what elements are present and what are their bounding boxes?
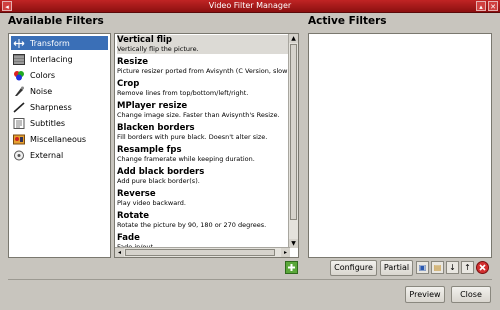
filter-name: Add black borders — [117, 167, 205, 177]
vertical-scroll-thumb[interactable] — [290, 44, 297, 220]
filter-item-add-black-borders[interactable]: Add black borders Add pure black border(… — [117, 167, 289, 186]
add-filter-button[interactable] — [285, 261, 298, 274]
filter-description: Remove lines from top/bottom/left/right. — [117, 89, 249, 97]
filter-name: Blacken borders — [117, 123, 195, 133]
open-folder-icon: ▤ — [433, 263, 442, 272]
available-filters-heading: Available Filters — [8, 15, 104, 27]
filter-list-horizontal-scrollbar[interactable]: ◂ ▸ — [115, 247, 290, 257]
subtitles-icon — [13, 117, 25, 129]
filter-item-resample-fps[interactable]: Resample fps Change framerate while keep… — [117, 145, 289, 164]
arrow-up-icon: ↑ — [464, 263, 471, 272]
open-filters-button[interactable]: ▤ — [431, 261, 444, 274]
category-label: Transform — [30, 38, 70, 48]
transform-icon — [13, 38, 25, 49]
horizontal-scroll-thumb[interactable] — [125, 249, 275, 256]
category-colors[interactable]: Colors — [11, 68, 108, 82]
title-bar[interactable]: ◂ Video Filter Manager ▴ ✕ — [0, 0, 500, 13]
category-list: Transform Interlacing Colors Noise Sharp… — [8, 33, 111, 258]
sharpness-icon — [13, 101, 25, 113]
configure-button[interactable]: Configure — [330, 260, 377, 276]
filter-description: Add pure black border(s). — [117, 177, 200, 185]
save-icon: ▣ — [418, 263, 427, 272]
filter-name: Rotate — [117, 211, 150, 221]
filter-item-reverse[interactable]: Reverse Play video backward. — [117, 189, 289, 208]
maximize-icon[interactable]: ▴ — [476, 1, 486, 11]
move-down-button[interactable]: ↓ — [446, 261, 459, 274]
scroll-up-arrow-icon[interactable]: ▲ — [289, 34, 298, 43]
filter-description: Rotate the picture by 90, 180 or 270 deg… — [117, 221, 267, 229]
interlacing-icon — [13, 53, 25, 65]
category-label: Interlacing — [30, 54, 73, 64]
filter-name: Reverse — [117, 189, 156, 199]
close-label: Close — [460, 290, 482, 299]
remove-filter-button[interactable] — [476, 261, 489, 274]
configure-label: Configure — [334, 263, 373, 272]
category-label: Miscellaneous — [30, 134, 87, 144]
save-filters-button[interactable]: ▣ — [416, 261, 429, 274]
add-icon — [285, 261, 298, 274]
filter-item-mplayer-resize[interactable]: MPlayer resize Change image size. Faster… — [117, 101, 289, 120]
filter-description: Play video backward. — [117, 199, 186, 207]
filter-list-vertical-scrollbar[interactable]: ▲ ▼ — [288, 34, 298, 248]
close-button[interactable]: Close — [451, 286, 491, 303]
filter-description: Vertically flip the picture. — [117, 45, 199, 53]
video-filter-manager-window: ◂ Video Filter Manager ▴ ✕ Available Fil… — [0, 0, 500, 310]
category-transform[interactable]: Transform — [11, 36, 108, 50]
preview-button[interactable]: Preview — [405, 286, 445, 303]
colors-icon — [13, 70, 25, 81]
scroll-down-arrow-icon[interactable]: ▼ — [289, 239, 298, 248]
filter-item-blacken-borders[interactable]: Blacken borders Fill borders with pure b… — [117, 123, 289, 142]
category-miscellaneous[interactable]: Miscellaneous — [11, 132, 108, 146]
category-label: Noise — [30, 86, 53, 96]
partial-button[interactable]: Partial — [380, 260, 413, 276]
filter-item-rotate[interactable]: Rotate Rotate the picture by 90, 180 or … — [117, 211, 289, 230]
miscellaneous-icon — [13, 134, 25, 145]
filter-item-resize[interactable]: Resize Picture resizer ported from Avisy… — [117, 57, 289, 76]
preview-label: Preview — [409, 290, 441, 299]
scroll-left-arrow-icon[interactable]: ◂ — [115, 248, 124, 257]
partial-label: Partial — [383, 263, 410, 272]
filter-name: Vertical flip — [117, 35, 172, 45]
close-window-icon[interactable]: ✕ — [488, 1, 498, 11]
category-label: Subtitles — [30, 118, 66, 128]
filter-item-crop[interactable]: Crop Remove lines from top/bottom/left/r… — [117, 79, 289, 98]
filter-description: Picture resizer ported from Avisynth (C … — [117, 67, 288, 75]
category-label: Colors — [30, 70, 56, 80]
move-up-button[interactable]: ↑ — [461, 261, 474, 274]
category-sharpness[interactable]: Sharpness — [11, 100, 108, 114]
noise-icon — [13, 86, 25, 97]
filter-item-vertical-flip[interactable]: Vertical flip Vertically flip the pictur… — [117, 35, 289, 54]
filter-name: Crop — [117, 79, 140, 89]
category-label: External — [30, 150, 64, 160]
category-external[interactable]: External — [11, 148, 108, 162]
active-filters-heading: Active Filters — [308, 15, 387, 27]
category-interlacing[interactable]: Interlacing — [11, 52, 108, 66]
external-icon — [13, 150, 25, 161]
filter-name: MPlayer resize — [117, 101, 188, 111]
filter-name: Resample fps — [117, 145, 182, 155]
filter-list[interactable]: Vertical flip Vertically flip the pictur… — [114, 33, 299, 258]
window-title: Video Filter Manager — [208, 1, 292, 10]
arrow-down-icon: ↓ — [449, 263, 456, 272]
filter-description: Change image size. Faster than Avisynth'… — [117, 111, 280, 119]
category-label: Sharpness — [30, 102, 72, 112]
bottom-separator — [8, 279, 492, 280]
filter-description: Fill borders with pure black. Doesn't al… — [117, 133, 268, 141]
category-noise[interactable]: Noise — [11, 84, 108, 98]
scroll-right-arrow-icon[interactable]: ▸ — [281, 248, 290, 257]
remove-icon — [476, 261, 489, 274]
filter-description: Change framerate while keeping duration. — [117, 155, 255, 163]
filter-name: Resize — [117, 57, 148, 67]
filter-name: Fade — [117, 233, 140, 243]
category-subtitles[interactable]: Subtitles — [11, 116, 108, 130]
active-filter-list[interactable] — [308, 33, 492, 258]
